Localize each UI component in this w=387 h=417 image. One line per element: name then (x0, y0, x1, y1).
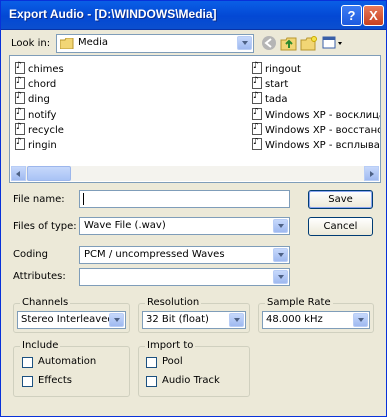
pool-checkbox[interactable] (146, 357, 157, 368)
back-icon[interactable] (260, 35, 278, 51)
file-item[interactable]: Windows XP - восклицани (252, 108, 380, 122)
samplerate-value: 48.000 kHz (266, 314, 323, 325)
export-audio-dialog: Export Audio - [D:\WINDOWS\Media] ? X Lo… (0, 0, 387, 417)
effects-label: Effects (38, 375, 72, 386)
filename-input[interactable] (79, 190, 290, 208)
resolution-dropdown[interactable]: 32 Bit (float) (142, 311, 246, 329)
attributes-dropdown[interactable] (79, 268, 290, 286)
help-icon: ? (347, 8, 356, 23)
sound-file-icon (15, 122, 25, 135)
coding-label: Coding (13, 249, 48, 260)
pool-label: Pool (162, 356, 183, 367)
cancel-button[interactable]: Cancel (308, 217, 373, 236)
lookin-label: Look in: (11, 38, 51, 49)
file-item[interactable]: Windows XP - восстановл (252, 123, 380, 137)
include-group: Include Automation Effects (13, 340, 130, 397)
sound-file-icon (252, 108, 262, 120)
sound-file-icon (252, 76, 262, 89)
include-legend: Include (20, 340, 61, 351)
channels-dropdown[interactable]: Stereo Interleaved (17, 311, 126, 329)
importto-legend: Import to (145, 340, 196, 351)
sound-file-icon (15, 61, 25, 74)
lookin-value: Media (78, 37, 109, 48)
channels-value: Stereo Interleaved (21, 314, 114, 325)
window-title: Export Audio - [D:\WINDOWS\Media] (9, 7, 217, 21)
file-item[interactable]: start (252, 76, 288, 91)
chevron-down-icon[interactable] (229, 313, 244, 327)
folder-icon (60, 38, 74, 49)
channels-legend: Channels (20, 297, 71, 308)
file-item[interactable]: ringin (15, 137, 57, 152)
chevron-down-icon[interactable] (109, 313, 124, 327)
automation-checkbox[interactable] (22, 357, 33, 368)
file-list[interactable]: chimes chord ding notify recycle ringin … (9, 55, 381, 183)
filetype-value: Wave File (.wav) (84, 220, 166, 231)
automation-label: Automation (38, 356, 97, 367)
sound-file-icon (252, 138, 262, 150)
lookin-dropdown[interactable]: Media (56, 34, 254, 53)
horizontal-scrollbar[interactable] (11, 166, 379, 181)
close-icon: X (369, 8, 378, 23)
file-item[interactable]: chimes (15, 61, 64, 76)
chevron-down-icon[interactable] (273, 270, 288, 284)
file-item[interactable]: chord (15, 76, 56, 91)
coding-dropdown[interactable]: PCM / uncompressed Waves (79, 246, 290, 264)
channels-group: Channels Stereo Interleaved (13, 297, 130, 333)
effects-checkbox[interactable] (22, 376, 33, 387)
scroll-thumb[interactable] (27, 166, 71, 181)
sound-file-icon (15, 107, 25, 120)
coding-value: PCM / uncompressed Waves (84, 249, 225, 260)
sound-file-icon (252, 61, 262, 74)
save-button[interactable]: Save (308, 190, 373, 209)
sound-file-icon (15, 137, 25, 150)
attributes-label: Attributes: (13, 271, 66, 282)
chevron-down-icon[interactable] (273, 248, 288, 262)
chevron-down-icon[interactable] (237, 36, 252, 50)
file-item[interactable]: ding (15, 91, 50, 106)
resolution-group: Resolution 32 Bit (float) (138, 297, 250, 333)
chevron-down-icon[interactable] (273, 219, 288, 233)
audiotrack-label: Audio Track (162, 375, 220, 386)
title-bar[interactable]: Export Audio - [D:\WINDOWS\Media] ? X (1, 1, 386, 30)
filename-label: File name: (13, 194, 65, 205)
sound-file-icon (15, 76, 25, 89)
chevron-down-icon[interactable] (353, 313, 368, 327)
file-item[interactable]: ringout (252, 61, 301, 76)
sound-file-icon (252, 91, 262, 104)
sound-file-icon (252, 123, 262, 135)
samplerate-dropdown[interactable]: 48.000 kHz (262, 311, 370, 329)
importto-group: Import to Pool Audio Track (138, 340, 250, 397)
up-folder-icon[interactable] (280, 35, 298, 51)
scroll-left-icon[interactable] (11, 166, 26, 181)
sound-file-icon (15, 91, 25, 104)
audiotrack-checkbox[interactable] (146, 376, 157, 387)
filetype-label: Files of type: (13, 221, 77, 232)
resolution-value: 32 Bit (float) (146, 314, 209, 325)
samplerate-legend: Sample Rate (265, 297, 333, 308)
view-menu-icon[interactable] (322, 35, 344, 51)
filetype-dropdown[interactable]: Wave File (.wav) (79, 217, 290, 235)
text-caret (83, 193, 84, 205)
help-button[interactable]: ? (341, 5, 362, 26)
samplerate-group: Sample Rate 48.000 kHz (258, 297, 374, 333)
file-item[interactable]: Windows XP - всплывающ (252, 138, 380, 152)
file-item[interactable]: notify (15, 107, 56, 122)
new-folder-icon[interactable] (300, 35, 318, 51)
scroll-right-icon[interactable] (364, 166, 379, 181)
file-item[interactable]: recycle (15, 122, 64, 137)
close-button[interactable]: X (363, 5, 384, 26)
resolution-legend: Resolution (145, 297, 202, 308)
file-item[interactable]: tada (252, 91, 288, 106)
